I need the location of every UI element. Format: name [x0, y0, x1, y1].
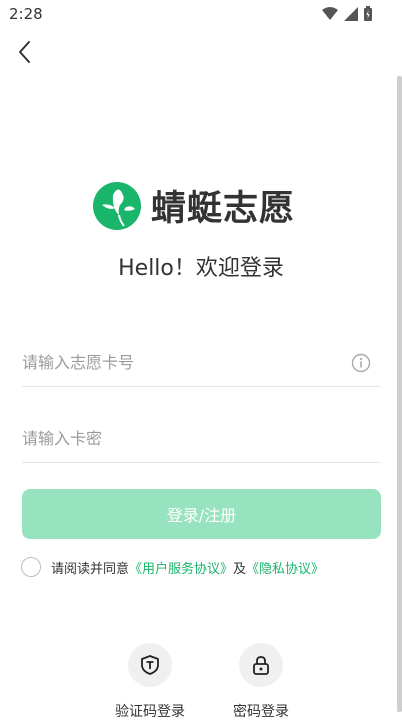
login-register-button[interactable]: 登录/注册 — [22, 489, 381, 539]
user-service-agreement-link[interactable]: 《用户服务协议》 — [129, 558, 233, 577]
app-logo: 蜻蜓志愿 — [92, 180, 295, 231]
password-login-label: 密码登录 — [233, 704, 289, 720]
sms-code-login-option[interactable]: 验证码登录 — [100, 643, 200, 721]
password-login-button[interactable] — [239, 643, 283, 687]
battery-icon — [364, 6, 372, 21]
info-icon[interactable] — [351, 353, 371, 373]
card-password-input[interactable] — [22, 418, 322, 458]
lock-icon — [253, 656, 269, 675]
scrollbar[interactable] — [397, 76, 402, 712]
app-name: 蜻蜓志愿 — [151, 189, 296, 229]
sms-code-login-label: 验证码登录 — [115, 704, 185, 720]
password-login-option[interactable]: 密码登录 — [211, 643, 311, 721]
agreement-joiner: 及 — [233, 561, 247, 577]
shield-t-icon — [141, 655, 159, 675]
welcome-title: Hello！欢迎登录 — [118, 256, 284, 281]
status-icons — [322, 6, 372, 21]
back-arrow-icon[interactable] — [12, 38, 40, 66]
signal-icon — [344, 6, 358, 21]
dragonfly-logo-icon — [93, 181, 141, 230]
privacy-agreement-link[interactable]: 《隐私协议》 — [246, 558, 324, 577]
card-password-field — [22, 418, 381, 463]
status-bar: 2:28 — [0, 0, 402, 28]
sms-code-login-button[interactable] — [128, 643, 172, 687]
agreement-checkbox[interactable] — [21, 557, 41, 577]
card-number-field — [22, 342, 381, 387]
agreement-row: 请阅读并同意 《用户服务协议》 及 《隐私协议》 — [21, 557, 324, 577]
agreement-prefix: 请阅读并同意 — [51, 561, 130, 577]
wifi-icon — [322, 6, 338, 20]
card-number-input[interactable] — [22, 342, 322, 382]
status-time: 2:28 — [9, 5, 43, 23]
